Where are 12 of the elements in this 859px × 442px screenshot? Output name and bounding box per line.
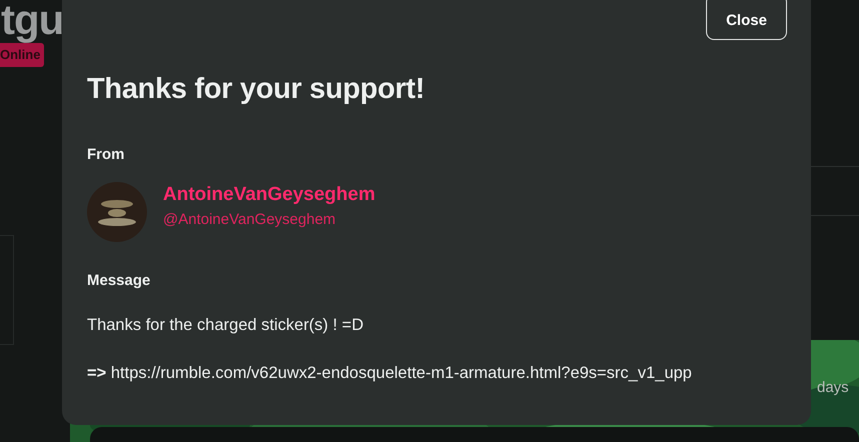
profile-title: tgu [1, 0, 64, 45]
from-label: From [87, 144, 126, 164]
days-label: days [817, 378, 849, 398]
sender-name[interactable]: AntoineVanGeyseghem [163, 180, 376, 209]
message-text: Thanks for the charged sticker(s) ! =D [87, 314, 364, 336]
message-text: => https://rumble.com/v62uwx2-endosquelette-m1-armature.html?e9s=src_v1_upp [87, 363, 693, 384]
modal-title: Thanks for your support! [87, 72, 426, 107]
sender-handle[interactable]: @AntoineVanGeyseghem [163, 209, 376, 232]
status-badge: Online [0, 43, 44, 66]
message-label: Message [87, 271, 152, 291]
avatar [87, 182, 147, 242]
close-button[interactable]: Close [706, 0, 787, 40]
